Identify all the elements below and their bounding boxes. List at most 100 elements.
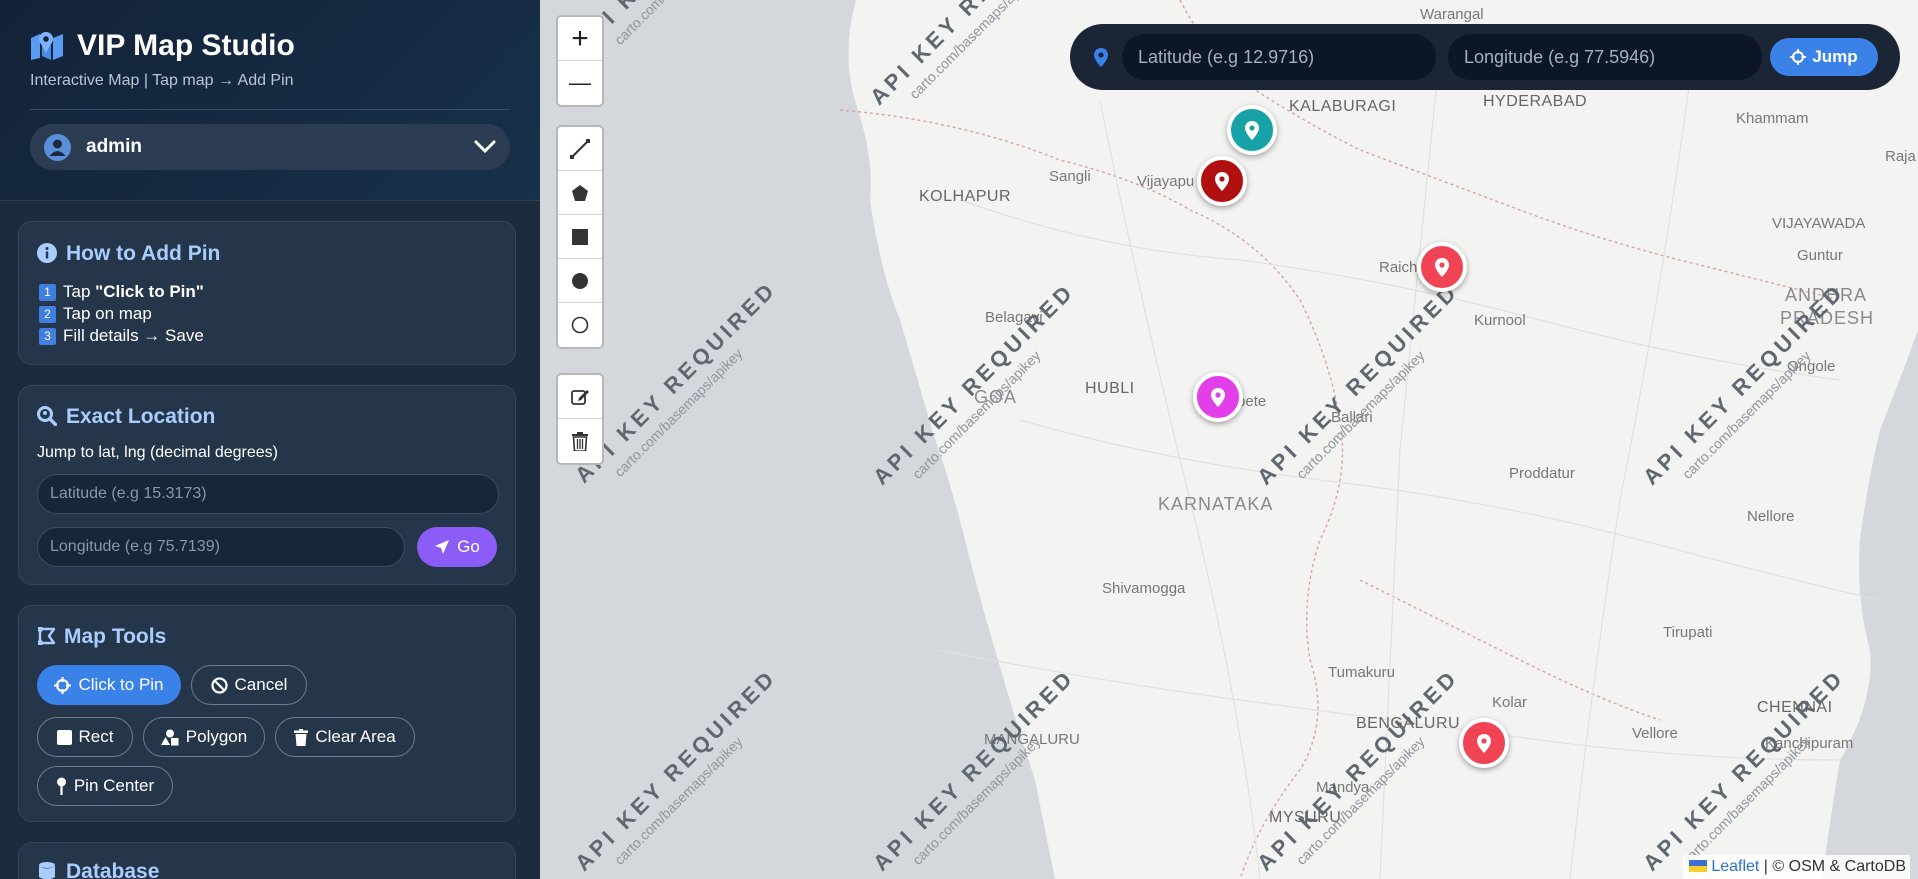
draw-toolbar	[556, 125, 604, 349]
app-subtitle: Interactive Map | Tap map → Add Pin	[30, 72, 294, 89]
place-label: Raich	[1379, 259, 1418, 276]
map-marker[interactable]	[1417, 242, 1467, 292]
edit-icon	[571, 389, 589, 405]
draw-polygon-button[interactable]	[558, 171, 602, 215]
zoom-out-button[interactable]: —	[558, 61, 602, 105]
cancel-label: Cancel	[234, 675, 288, 694]
draw-circle-button[interactable]	[558, 259, 602, 303]
zoom-control: + —	[556, 15, 604, 107]
place-label: Nellore	[1747, 508, 1795, 525]
user-avatar-icon	[44, 134, 71, 161]
jump-latitude-input[interactable]: Latitude (e.g 12.9716)	[1122, 34, 1436, 80]
map-tools-title: Map Tools	[64, 625, 167, 648]
zoom-in-button[interactable]: +	[558, 17, 602, 61]
place-label: Warangal	[1420, 6, 1484, 23]
shapes-icon	[160, 729, 179, 745]
draw-polygon-icon	[38, 627, 56, 645]
map-marker-icon	[1215, 171, 1229, 191]
draw-polyline-button[interactable]	[558, 127, 602, 171]
how-to-step-3: 3 Fill details → Save	[39, 326, 204, 346]
trash-icon	[572, 431, 588, 451]
map-marker-icon	[1245, 120, 1259, 140]
circle-outline-icon	[571, 316, 589, 334]
place-label: VIJAYAWADA	[1772, 215, 1866, 232]
user-menu[interactable]: admin	[30, 124, 510, 170]
crosshairs-icon	[54, 676, 72, 694]
sidebar: VIP Map Studio Interactive Map | Tap map…	[0, 0, 540, 879]
polygon-button[interactable]: Polygon	[143, 717, 265, 757]
place-label: Guntur	[1797, 247, 1843, 264]
map-marker-icon	[1477, 733, 1491, 753]
how-to-title: How to Add Pin	[66, 242, 221, 265]
divider	[30, 109, 510, 110]
map-marker-icon	[1211, 387, 1225, 407]
place-label: Kolar	[1492, 694, 1528, 711]
map-tools-card: Map Tools Click to Pin Cancel Rect Polyg…	[18, 605, 516, 822]
how-to-step-2: 2 Tap on map	[39, 304, 152, 324]
crosshairs-icon	[1790, 49, 1807, 65]
exact-location-hint: Jump to lat, lng (decimal degrees)	[37, 444, 278, 461]
map-marker[interactable]	[1193, 372, 1243, 422]
rect-label: Rect	[78, 727, 114, 746]
ban-icon	[210, 676, 228, 694]
place-label: Vellore	[1632, 725, 1678, 742]
app-title: VIP Map Studio	[77, 29, 295, 62]
how-to-step-1: 1 Tap "Click to Pin"	[39, 282, 204, 302]
map-marker[interactable]	[1227, 105, 1277, 155]
step-text: Tap	[63, 282, 96, 301]
rect-button[interactable]: Rect	[37, 717, 133, 757]
place-label: Tirupati	[1663, 624, 1713, 641]
leaflet-link[interactable]: Leaflet	[1711, 858, 1759, 875]
database-card: Database	[18, 842, 516, 879]
step-bold-text: "Click to Pin"	[95, 282, 204, 301]
zoom-out-label: —	[569, 70, 591, 95]
place-label: KARNATAKA	[1158, 494, 1274, 514]
place-label: HUBLI	[1085, 380, 1135, 397]
database-title: Database	[66, 860, 160, 879]
click-to-pin-button[interactable]: Click to Pin	[37, 665, 181, 705]
circle-icon	[572, 272, 588, 289]
trash-icon	[294, 728, 309, 746]
map-pin-icon	[56, 777, 66, 795]
jump-bar: Latitude (e.g 12.9716) Longitude (e.g 77…	[1070, 24, 1900, 90]
place-label: KALABURAGI	[1289, 98, 1397, 115]
delete-layers-button[interactable]	[558, 419, 602, 463]
clear-area-button[interactable]: Clear Area	[275, 717, 415, 757]
jump-longitude-input[interactable]: Longitude (e.g 77.5946)	[1448, 34, 1762, 80]
draw-rectangle-button[interactable]	[558, 215, 602, 259]
place-label: Kurnool	[1474, 312, 1526, 329]
map-icon	[31, 32, 63, 60]
polygon-label: Polygon	[185, 727, 248, 746]
latitude-input[interactable]: Latitude (e.g 15.3173)	[37, 474, 499, 514]
user-name: admin	[86, 136, 142, 157]
jump-button[interactable]: Jump	[1770, 38, 1878, 76]
clear-area-label: Clear Area	[315, 727, 396, 746]
map-marker[interactable]	[1197, 156, 1247, 206]
edit-layers-button[interactable]	[558, 375, 602, 419]
pin-center-label: Pin Center	[73, 776, 155, 795]
cancel-button[interactable]: Cancel	[191, 665, 307, 705]
pin-center-button[interactable]: Pin Center	[37, 766, 173, 806]
map-canvas[interactable]: Warangal HYDERABAD KALABURAGI Khammam Sa…	[540, 0, 1918, 879]
place-label: KOLHAPUR	[919, 188, 1012, 205]
longitude-input[interactable]: Longitude (e.g 75.7139)	[37, 527, 405, 567]
map-marker[interactable]	[1459, 718, 1509, 768]
step-text: Fill details → Save	[63, 326, 204, 345]
step-number: 2	[39, 306, 56, 323]
place-label: Tumakuru	[1328, 664, 1395, 681]
location-arrow-icon	[435, 540, 450, 554]
place-label: Vijayapu	[1137, 173, 1195, 190]
go-label: Go	[457, 537, 480, 556]
go-button[interactable]: Go	[417, 527, 497, 567]
sidebar-header: VIP Map Studio Interactive Map | Tap map…	[0, 0, 540, 201]
exact-location-title: Exact Location	[66, 405, 216, 428]
jump-label: Jump	[1812, 47, 1858, 66]
map-attribution: Leaflet | © OSM & CartoDB	[1682, 855, 1910, 879]
pentagon-icon	[572, 184, 588, 201]
attribution-text: | © OSM & CartoDB	[1759, 858, 1906, 875]
place-label: Khammam	[1736, 110, 1809, 127]
search-location-icon	[37, 406, 57, 426]
map-marker-icon	[1435, 257, 1449, 277]
step-text: Tap on map	[63, 304, 152, 323]
draw-circlemarker-button[interactable]	[558, 303, 602, 347]
